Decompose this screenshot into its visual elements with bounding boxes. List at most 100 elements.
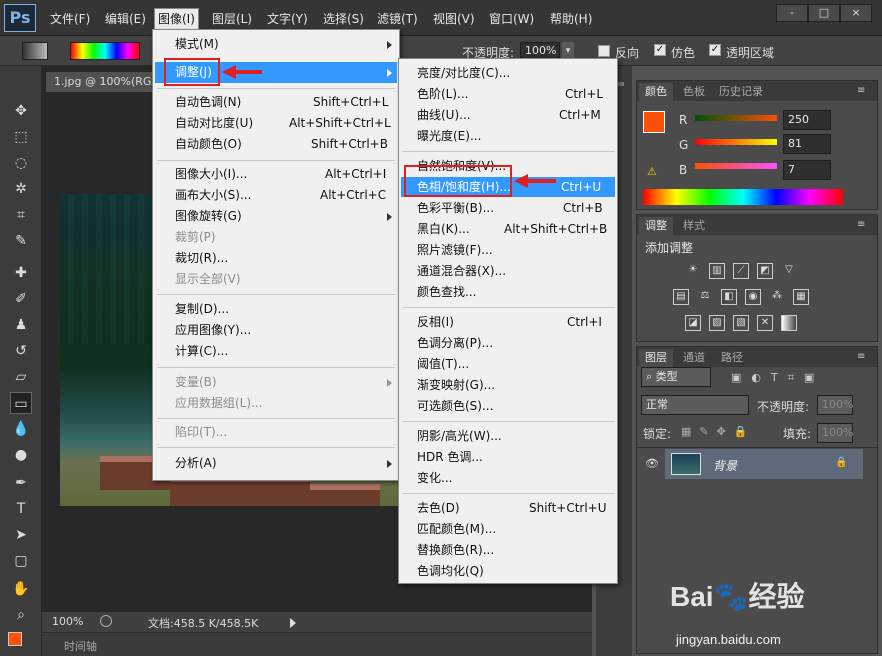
menu-item-image-rotation[interactable]: 图像旋转(G) xyxy=(175,206,242,227)
menu-item-color-balance[interactable]: 色彩平衡(B)... xyxy=(417,198,494,219)
menu-item-variations[interactable]: 变化... xyxy=(417,468,452,489)
menu-item-auto-color[interactable]: 自动颜色(O) xyxy=(175,134,242,155)
magic-wand-icon[interactable]: ✲ xyxy=(10,178,32,200)
lock-icons[interactable]: ▦✎✥🔒 xyxy=(681,425,756,438)
r-slider[interactable] xyxy=(695,115,777,121)
layer-name[interactable]: 背景 xyxy=(713,457,737,474)
eyedropper-icon[interactable]: ✎ xyxy=(10,230,32,252)
crop-tool-icon[interactable]: ⌗ xyxy=(10,204,32,226)
menu-item-equalize[interactable]: 色调均化(Q) xyxy=(417,561,484,582)
menu-item-invert[interactable]: 反相(I) xyxy=(417,312,454,333)
menu-type[interactable]: 文字(Y) xyxy=(264,9,311,29)
menu-filter[interactable]: 滤镜(T) xyxy=(374,9,421,29)
levels-icon[interactable]: ▥ xyxy=(709,263,725,279)
posterize-icon[interactable]: ▨ xyxy=(709,315,725,331)
menu-edit[interactable]: 编辑(E) xyxy=(102,9,149,29)
path-select-icon[interactable]: ➤ xyxy=(10,524,32,546)
curves-icon[interactable]: ⟋ xyxy=(733,263,749,279)
eye-icon[interactable]: 👁 xyxy=(645,457,659,470)
menu-item-duplicate[interactable]: 复制(D)... xyxy=(175,299,229,320)
layer-filter-select[interactable]: ⌕ 类型 xyxy=(641,367,711,387)
color-lookup-icon[interactable]: ▦ xyxy=(793,289,809,305)
hand-tool-icon[interactable]: ✋ xyxy=(10,578,32,600)
panel-menu-icon[interactable]: ≡ xyxy=(857,85,865,96)
g-slider[interactable] xyxy=(695,139,777,145)
layer-filter-icons[interactable]: ▣◐T⌗▣ xyxy=(731,371,824,385)
photo-filter-icon[interactable]: ◉ xyxy=(745,289,761,305)
dodge-tool-icon[interactable]: ● xyxy=(10,444,32,466)
vibrance-icon[interactable]: ▽ xyxy=(781,263,797,279)
menu-file[interactable]: 文件(F) xyxy=(47,9,93,29)
maximize-button[interactable]: □ xyxy=(808,4,840,22)
menu-item-hdr-toning[interactable]: HDR 色调... xyxy=(417,447,483,468)
gradient-tool-icon[interactable] xyxy=(22,42,48,60)
dither-checkbox[interactable]: ✓ xyxy=(654,44,666,56)
play-icon[interactable] xyxy=(290,618,296,628)
blur-tool-icon[interactable]: 💧 xyxy=(10,418,32,440)
menu-item-apply-image[interactable]: 应用图像(Y)... xyxy=(175,320,251,341)
color-balance-icon[interactable]: ⚖ xyxy=(697,289,713,305)
menu-item-threshold[interactable]: 阈值(T)... xyxy=(417,354,469,375)
tab-channels[interactable]: 通道 xyxy=(677,349,711,367)
menu-item-gradient-map[interactable]: 渐变映射(G)... xyxy=(417,375,495,396)
zoom-readout[interactable]: 100% xyxy=(52,615,83,628)
foreground-swatch[interactable] xyxy=(643,111,665,133)
menu-item-exposure[interactable]: 曝光度(E)... xyxy=(417,126,481,147)
close-button[interactable]: × xyxy=(840,4,872,22)
black-white-icon[interactable]: ◧ xyxy=(721,289,737,305)
b-input[interactable]: 7 xyxy=(783,160,831,180)
menu-help[interactable]: 帮助(H) xyxy=(547,9,595,29)
menu-window[interactable]: 窗口(W) xyxy=(486,9,537,29)
menu-item-channel-mixer[interactable]: 通道混合器(X)... xyxy=(417,261,506,282)
minimize-button[interactable]: - xyxy=(776,4,808,22)
menu-item-canvas-size[interactable]: 画布大小(S)... xyxy=(175,185,251,206)
zoom-tool-icon[interactable]: ⌕ xyxy=(10,604,32,626)
menu-item-match-color[interactable]: 匹配颜色(M)... xyxy=(417,519,496,540)
marquee-tool-icon[interactable]: ⬚ xyxy=(10,126,32,148)
menu-item-trim[interactable]: 裁切(R)... xyxy=(175,248,228,269)
brush-tool-icon[interactable]: ✐ xyxy=(10,288,32,310)
tab-history[interactable]: 历史记录 xyxy=(713,83,769,101)
timeline-tab[interactable]: 时间轴 xyxy=(64,638,97,654)
tab-styles[interactable]: 样式 xyxy=(677,217,711,235)
reverse-checkbox[interactable] xyxy=(598,45,610,57)
channel-mixer-icon[interactable]: ⁂ xyxy=(769,289,785,305)
selective-color-icon[interactable] xyxy=(781,315,797,331)
b-slider[interactable] xyxy=(695,163,777,169)
panel-menu-icon[interactable]: ≡ xyxy=(857,219,865,230)
tab-color[interactable]: 颜色 xyxy=(639,83,673,101)
blend-mode-select[interactable]: 正常 xyxy=(641,395,749,415)
layer-opacity-input[interactable]: 100% xyxy=(817,395,853,415)
menu-item-image-size[interactable]: 图像大小(I)... xyxy=(175,164,247,185)
tab-swatches[interactable]: 色板 xyxy=(677,83,711,101)
invert-icon[interactable]: ◪ xyxy=(685,315,701,331)
threshold-icon[interactable]: ▧ xyxy=(733,315,749,331)
gradient-map-icon[interactable]: ✕ xyxy=(757,315,773,331)
menu-layer[interactable]: 图层(L) xyxy=(209,9,255,29)
healing-brush-icon[interactable]: ✚ xyxy=(10,262,32,284)
g-input[interactable]: 81 xyxy=(783,134,831,154)
menu-item-selective-color[interactable]: 可选颜色(S)... xyxy=(417,396,493,417)
gradient-preview[interactable] xyxy=(70,42,140,60)
history-brush-icon[interactable]: ↺ xyxy=(10,340,32,362)
tab-layers[interactable]: 图层 xyxy=(639,349,673,367)
menu-item-photo-filter[interactable]: 照片滤镜(F)... xyxy=(417,240,493,261)
foreground-color-swatch[interactable] xyxy=(8,632,22,646)
menu-item-levels[interactable]: 色阶(L)... xyxy=(417,84,469,105)
menu-item-black-white[interactable]: 黑白(K)... xyxy=(417,219,470,240)
info-icon[interactable] xyxy=(100,615,112,627)
lasso-tool-icon[interactable]: ◌ xyxy=(10,152,32,174)
shape-tool-icon[interactable]: ▢ xyxy=(10,550,32,572)
menu-image[interactable]: 图像(I) xyxy=(154,8,199,30)
panel-menu-icon[interactable]: ≡ xyxy=(857,351,865,362)
brightness-icon[interactable]: ☀ xyxy=(685,263,701,279)
gradient-tool-icon[interactable]: ▭ xyxy=(10,392,32,414)
menu-item-curves[interactable]: 曲线(U)... xyxy=(417,105,471,126)
color-spectrum[interactable] xyxy=(643,189,843,205)
fill-input[interactable]: 100% xyxy=(817,423,853,443)
menu-view[interactable]: 视图(V) xyxy=(430,9,478,29)
type-tool-icon[interactable]: T xyxy=(10,498,32,520)
menu-item-desaturate[interactable]: 去色(D) xyxy=(417,498,460,519)
menu-item-replace-color[interactable]: 替换颜色(R)... xyxy=(417,540,494,561)
menu-item-shadows-highlights[interactable]: 阴影/高光(W)... xyxy=(417,426,502,447)
